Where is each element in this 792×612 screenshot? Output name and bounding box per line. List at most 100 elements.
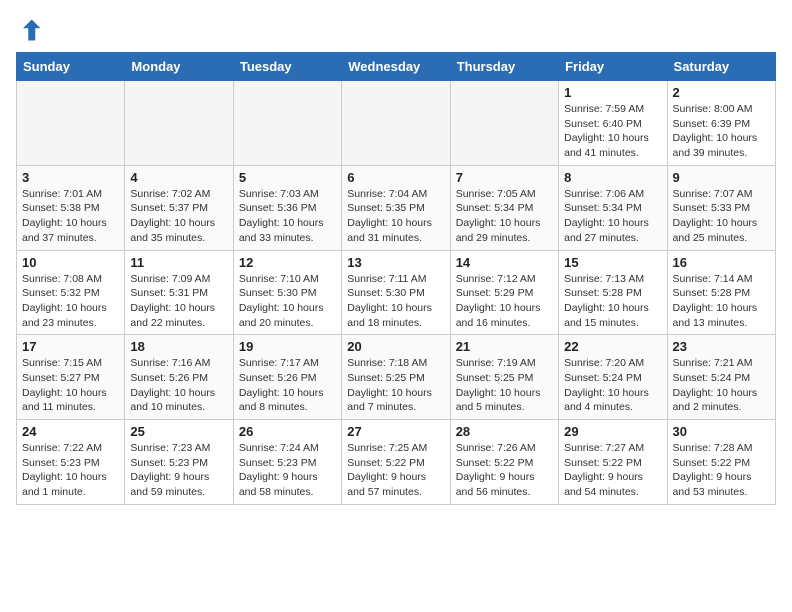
day-number: 1 — [564, 85, 661, 100]
calendar-cell: 2Sunrise: 8:00 AM Sunset: 6:39 PM Daylig… — [667, 81, 775, 166]
calendar-cell — [450, 81, 558, 166]
calendar-cell — [125, 81, 233, 166]
day-info: Sunrise: 7:02 AM Sunset: 5:37 PM Dayligh… — [130, 187, 227, 246]
calendar-table: SundayMondayTuesdayWednesdayThursdayFrid… — [16, 52, 776, 505]
day-info: Sunrise: 7:23 AM Sunset: 5:23 PM Dayligh… — [130, 441, 227, 500]
week-row-2: 3 Sunrise: 7:01 AM Sunset: 5:38 PM Daylig… — [17, 165, 776, 250]
day-info: Sunrise: 7:12 AM Sunset: 5:29 PM Dayligh… — [456, 272, 553, 331]
calendar-cell: 5 Sunrise: 7:03 AM Sunset: 5:36 PM Daylig… — [233, 165, 341, 250]
calendar-cell: 22 Sunrise: 7:20 AM Sunset: 5:24 PM Dayli… — [559, 335, 667, 420]
weekday-header-wednesday: Wednesday — [342, 53, 450, 81]
day-info: Sunrise: 7:10 AM Sunset: 5:30 PM Dayligh… — [239, 272, 336, 331]
day-info: Sunrise: 7:59 AM Sunset: 6:40 PM Dayligh… — [564, 102, 661, 161]
weekday-header-thursday: Thursday — [450, 53, 558, 81]
day-info: Sunrise: 7:19 AM Sunset: 5:25 PM Dayligh… — [456, 356, 553, 415]
calendar-cell: 25 Sunrise: 7:23 AM Sunset: 5:23 PM Dayli… — [125, 420, 233, 505]
day-number: 25 — [130, 424, 227, 439]
day-info: Sunrise: 7:11 AM Sunset: 5:30 PM Dayligh… — [347, 272, 444, 331]
day-number: 13 — [347, 255, 444, 270]
day-info: Sunrise: 7:20 AM Sunset: 5:24 PM Dayligh… — [564, 356, 661, 415]
weekday-header-tuesday: Tuesday — [233, 53, 341, 81]
day-number: 12 — [239, 255, 336, 270]
calendar-cell: 24Sunrise: 7:22 AM Sunset: 5:23 PM Dayli… — [17, 420, 125, 505]
logo-icon — [16, 16, 44, 44]
day-number: 16 — [673, 255, 770, 270]
calendar-cell: 10 Sunrise: 7:08 AM Sunset: 5:32 PM Dayli… — [17, 250, 125, 335]
calendar-cell: 4 Sunrise: 7:02 AM Sunset: 5:37 PM Daylig… — [125, 165, 233, 250]
calendar-cell: 19 Sunrise: 7:17 AM Sunset: 5:26 PM Dayli… — [233, 335, 341, 420]
day-number: 4 — [130, 170, 227, 185]
day-number: 28 — [456, 424, 553, 439]
calendar-cell — [17, 81, 125, 166]
calendar-cell: 12 Sunrise: 7:10 AM Sunset: 5:30 PM Dayli… — [233, 250, 341, 335]
calendar-cell: 18 Sunrise: 7:16 AM Sunset: 5:26 PM Dayli… — [125, 335, 233, 420]
calendar-cell: 20 Sunrise: 7:18 AM Sunset: 5:25 PM Dayli… — [342, 335, 450, 420]
calendar-cell: 26 Sunrise: 7:24 AM Sunset: 5:23 PM Dayli… — [233, 420, 341, 505]
day-number: 11 — [130, 255, 227, 270]
day-number: 8 — [564, 170, 661, 185]
day-number: 5 — [239, 170, 336, 185]
calendar-cell: 27Sunrise: 7:25 AM Sunset: 5:22 PM Dayli… — [342, 420, 450, 505]
calendar-cell: 3 Sunrise: 7:01 AM Sunset: 5:38 PM Daylig… — [17, 165, 125, 250]
day-info: Sunrise: 8:00 AM Sunset: 6:39 PM Dayligh… — [673, 102, 770, 161]
day-number: 3 — [22, 170, 119, 185]
day-number: 30 — [673, 424, 770, 439]
day-number: 20 — [347, 339, 444, 354]
day-info: Sunrise: 7:15 AM Sunset: 5:27 PM Dayligh… — [22, 356, 119, 415]
day-number: 17 — [22, 339, 119, 354]
day-number: 7 — [456, 170, 553, 185]
day-info: Sunrise: 7:17 AM Sunset: 5:26 PM Dayligh… — [239, 356, 336, 415]
day-number: 26 — [239, 424, 336, 439]
calendar-cell: 14 Sunrise: 7:12 AM Sunset: 5:29 PM Dayli… — [450, 250, 558, 335]
day-number: 18 — [130, 339, 227, 354]
page-header — [16, 16, 776, 44]
weekday-header-friday: Friday — [559, 53, 667, 81]
day-info: Sunrise: 7:26 AM Sunset: 5:22 PM Dayligh… — [456, 441, 553, 500]
day-info: Sunrise: 7:24 AM Sunset: 5:23 PM Dayligh… — [239, 441, 336, 500]
week-row-3: 10 Sunrise: 7:08 AM Sunset: 5:32 PM Dayli… — [17, 250, 776, 335]
calendar-cell: 17 Sunrise: 7:15 AM Sunset: 5:27 PM Dayli… — [17, 335, 125, 420]
day-number: 24 — [22, 424, 119, 439]
day-number: 21 — [456, 339, 553, 354]
day-info: Sunrise: 7:18 AM Sunset: 5:25 PM Dayligh… — [347, 356, 444, 415]
day-info: Sunrise: 7:28 AM Sunset: 5:22 PM Dayligh… — [673, 441, 770, 500]
week-row-4: 17 Sunrise: 7:15 AM Sunset: 5:27 PM Dayli… — [17, 335, 776, 420]
day-number: 22 — [564, 339, 661, 354]
calendar-cell: 13 Sunrise: 7:11 AM Sunset: 5:30 PM Dayli… — [342, 250, 450, 335]
day-info: Sunrise: 7:09 AM Sunset: 5:31 PM Dayligh… — [130, 272, 227, 331]
day-info: Sunrise: 7:07 AM Sunset: 5:33 PM Dayligh… — [673, 187, 770, 246]
calendar-cell: 9 Sunrise: 7:07 AM Sunset: 5:33 PM Daylig… — [667, 165, 775, 250]
day-number: 9 — [673, 170, 770, 185]
day-info: Sunrise: 7:27 AM Sunset: 5:22 PM Dayligh… — [564, 441, 661, 500]
day-number: 23 — [673, 339, 770, 354]
day-info: Sunrise: 7:04 AM Sunset: 5:35 PM Dayligh… — [347, 187, 444, 246]
weekday-header-row: SundayMondayTuesdayWednesdayThursdayFrid… — [17, 53, 776, 81]
day-number: 19 — [239, 339, 336, 354]
calendar-cell: 16Sunrise: 7:14 AM Sunset: 5:28 PM Dayli… — [667, 250, 775, 335]
calendar-cell: 15Sunrise: 7:13 AM Sunset: 5:28 PM Dayli… — [559, 250, 667, 335]
day-number: 15 — [564, 255, 661, 270]
week-row-5: 24Sunrise: 7:22 AM Sunset: 5:23 PM Dayli… — [17, 420, 776, 505]
day-number: 6 — [347, 170, 444, 185]
day-info: Sunrise: 7:16 AM Sunset: 5:26 PM Dayligh… — [130, 356, 227, 415]
logo — [16, 16, 48, 44]
day-info: Sunrise: 7:21 AM Sunset: 5:24 PM Dayligh… — [673, 356, 770, 415]
day-info: Sunrise: 7:03 AM Sunset: 5:36 PM Dayligh… — [239, 187, 336, 246]
calendar-cell: 11 Sunrise: 7:09 AM Sunset: 5:31 PM Dayli… — [125, 250, 233, 335]
day-info: Sunrise: 7:01 AM Sunset: 5:38 PM Dayligh… — [22, 187, 119, 246]
calendar-cell: 21 Sunrise: 7:19 AM Sunset: 5:25 PM Dayli… — [450, 335, 558, 420]
weekday-header-monday: Monday — [125, 53, 233, 81]
calendar-cell: 8Sunrise: 7:06 AM Sunset: 5:34 PM Daylig… — [559, 165, 667, 250]
day-number: 14 — [456, 255, 553, 270]
week-row-1: 1 Sunrise: 7:59 AM Sunset: 6:40 PM Daylig… — [17, 81, 776, 166]
calendar-cell: 28 Sunrise: 7:26 AM Sunset: 5:22 PM Dayli… — [450, 420, 558, 505]
day-number: 27 — [347, 424, 444, 439]
day-number: 10 — [22, 255, 119, 270]
calendar-cell: 7 Sunrise: 7:05 AM Sunset: 5:34 PM Daylig… — [450, 165, 558, 250]
calendar-cell: 29 Sunrise: 7:27 AM Sunset: 5:22 PM Dayli… — [559, 420, 667, 505]
day-info: Sunrise: 7:05 AM Sunset: 5:34 PM Dayligh… — [456, 187, 553, 246]
calendar-cell: 1 Sunrise: 7:59 AM Sunset: 6:40 PM Daylig… — [559, 81, 667, 166]
day-info: Sunrise: 7:08 AM Sunset: 5:32 PM Dayligh… — [22, 272, 119, 331]
calendar-cell: 30 Sunrise: 7:28 AM Sunset: 5:22 PM Dayli… — [667, 420, 775, 505]
day-number: 29 — [564, 424, 661, 439]
